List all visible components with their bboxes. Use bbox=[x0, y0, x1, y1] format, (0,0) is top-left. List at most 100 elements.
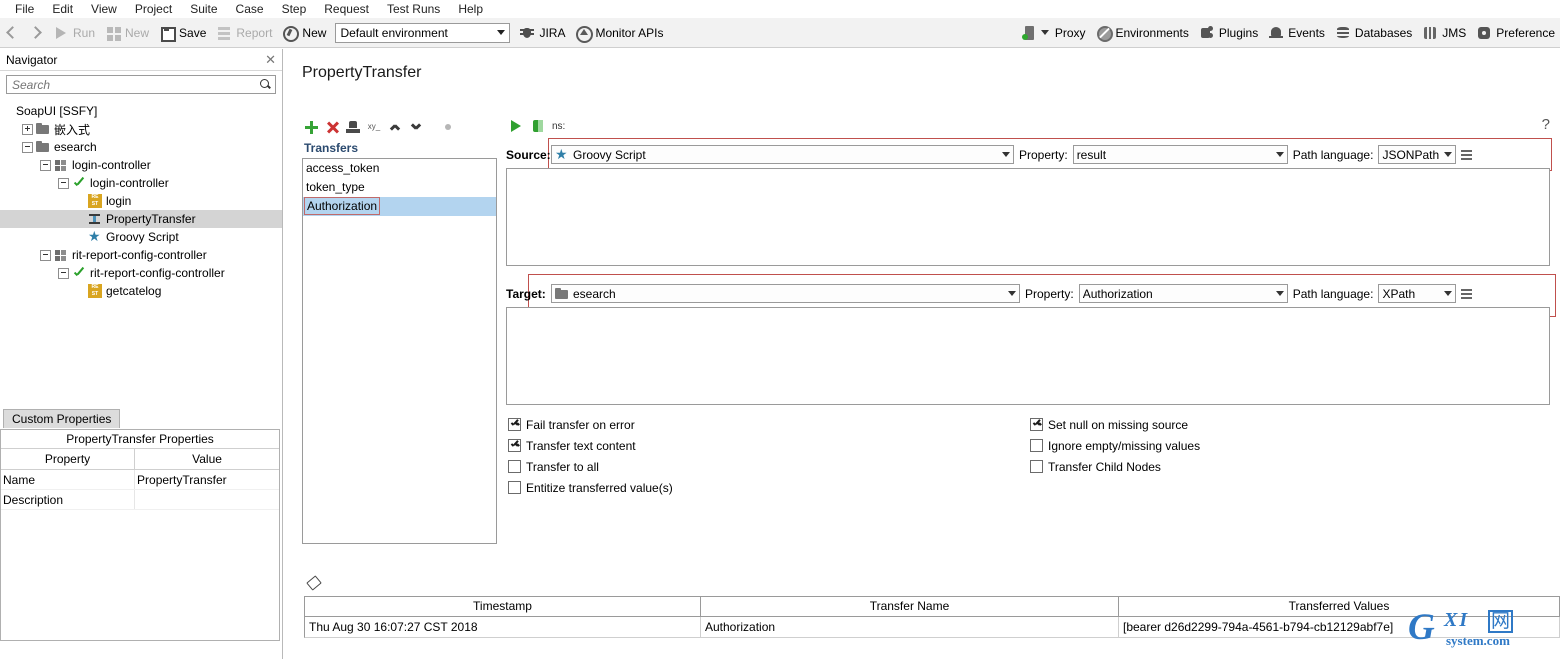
events-button[interactable]: Events bbox=[1263, 19, 1330, 47]
tree-node[interactable]: 嵌入式 bbox=[0, 120, 282, 138]
target-path-language-label: Path language: bbox=[1292, 286, 1374, 301]
close-icon[interactable]: ✕ bbox=[265, 53, 276, 66]
cell-value[interactable] bbox=[134, 489, 279, 510]
table-row[interactable]: Name PropertyTransfer bbox=[1, 469, 279, 490]
tree-node-label: login-controller bbox=[90, 176, 169, 190]
tree-node[interactable]: Groovy Script bbox=[0, 228, 282, 246]
checkbox[interactable] bbox=[1030, 460, 1043, 473]
proxy-button[interactable]: Proxy bbox=[1016, 19, 1091, 47]
move-down-button[interactable] bbox=[407, 118, 425, 136]
new-project-button[interactable]: New bbox=[277, 19, 331, 47]
option-row[interactable]: Transfer Child Nodes bbox=[1030, 456, 1200, 477]
source-path-language-select[interactable]: JSONPath bbox=[1378, 145, 1457, 164]
target-path-language-select[interactable]: XPath bbox=[1378, 284, 1457, 303]
checkbox[interactable] bbox=[508, 439, 521, 452]
collapse-icon[interactable] bbox=[22, 141, 33, 153]
option-row[interactable]: Ignore empty/missing values bbox=[1030, 435, 1200, 456]
collapse-icon[interactable] bbox=[58, 267, 69, 279]
checkbox[interactable] bbox=[508, 418, 521, 431]
jira-button[interactable]: JIRA bbox=[514, 19, 570, 47]
transfers-list[interactable]: access_token token_type Authorization bbox=[302, 158, 497, 544]
table-row[interactable]: Thu Aug 30 16:07:27 CST 2018 Authorizatio… bbox=[305, 617, 1560, 637]
add-transfer-button[interactable] bbox=[302, 118, 320, 136]
environment-select[interactable]: Default environment bbox=[335, 22, 511, 43]
option-row[interactable]: Set null on missing source bbox=[1030, 414, 1200, 435]
new-button[interactable]: New bbox=[100, 19, 154, 47]
source-expression-area[interactable] bbox=[506, 168, 1550, 266]
report-button[interactable]: Report bbox=[211, 19, 277, 47]
tree-node[interactable]: SoapUI [SSFY] bbox=[0, 102, 282, 120]
search-box[interactable] bbox=[6, 75, 276, 94]
xy-icon[interactable]: xy_ bbox=[365, 118, 383, 136]
tree-node[interactable]: rit-report-config-controller bbox=[0, 246, 282, 264]
checkbox[interactable] bbox=[1030, 418, 1043, 431]
collapse-icon[interactable] bbox=[58, 177, 69, 189]
transfers-caption: Transfers bbox=[304, 141, 359, 155]
cell-value[interactable]: PropertyTransfer bbox=[134, 469, 279, 490]
monitor-apis-button[interactable]: Monitor APIs bbox=[570, 19, 668, 47]
menu-item-suite[interactable]: Suite bbox=[181, 0, 226, 18]
collapse-icon[interactable] bbox=[40, 249, 51, 261]
run-button[interactable]: Run bbox=[48, 19, 100, 47]
column-header-transfer-name: Transfer Name bbox=[701, 597, 1119, 616]
menu-item-test-runs[interactable]: Test Runs bbox=[378, 0, 449, 18]
column-header-transferred-values: Transferred Values bbox=[1119, 597, 1560, 616]
run-step-icon[interactable] bbox=[530, 118, 546, 134]
source-expression-input[interactable] bbox=[507, 169, 1549, 265]
target-expression-input[interactable] bbox=[507, 308, 1549, 404]
delete-transfer-button[interactable] bbox=[323, 118, 341, 136]
option-row[interactable]: Transfer to all bbox=[508, 456, 673, 477]
source-select[interactable]: Groovy Script bbox=[551, 145, 1014, 164]
folder-icon bbox=[36, 122, 50, 136]
tree-node[interactable]: login-controller bbox=[0, 156, 282, 174]
option-row[interactable]: Transfer text content bbox=[508, 435, 673, 456]
move-up-button[interactable] bbox=[386, 118, 404, 136]
tree-node[interactable]: PropertyTransfer bbox=[0, 210, 282, 228]
menu-item-case[interactable]: Case bbox=[227, 0, 273, 18]
declare-namespace-button[interactable] bbox=[344, 118, 362, 136]
checkbox[interactable] bbox=[508, 481, 521, 494]
checkbox[interactable] bbox=[1030, 439, 1043, 452]
source-property-select[interactable]: result bbox=[1072, 145, 1288, 164]
menu-item-help[interactable]: Help bbox=[449, 0, 492, 18]
preferences-button[interactable]: Preference bbox=[1471, 19, 1560, 47]
save-button[interactable]: Save bbox=[154, 19, 211, 47]
option-row[interactable]: Fail transfer on error bbox=[508, 414, 673, 435]
collapse-icon[interactable] bbox=[40, 159, 51, 171]
list-item[interactable]: access_token bbox=[303, 159, 496, 178]
tree-node[interactable]: getcatelog bbox=[0, 282, 282, 300]
databases-button[interactable]: Databases bbox=[1330, 19, 1417, 47]
nav-back-button[interactable] bbox=[0, 19, 24, 47]
plugins-button[interactable]: Plugins bbox=[1194, 19, 1263, 47]
target-property-select[interactable]: Authorization bbox=[1078, 284, 1288, 303]
menu-item-step[interactable]: Step bbox=[273, 0, 316, 18]
tab-custom-properties[interactable]: Custom Properties bbox=[3, 409, 121, 428]
run-icon[interactable] bbox=[508, 118, 524, 134]
target-select[interactable]: esearch bbox=[551, 284, 1020, 303]
expand-icon[interactable] bbox=[22, 123, 33, 135]
menu-item-edit[interactable]: Edit bbox=[43, 0, 82, 18]
checkbox[interactable] bbox=[508, 460, 521, 473]
target-list-icon[interactable] bbox=[1460, 287, 1474, 301]
cell-timestamp: Thu Aug 30 16:07:27 CST 2018 bbox=[305, 617, 701, 637]
tree-node[interactable]: esearch bbox=[0, 138, 282, 156]
tree-node[interactable]: login bbox=[0, 192, 282, 210]
menu-item-view[interactable]: View bbox=[82, 0, 126, 18]
search-input[interactable] bbox=[10, 76, 259, 93]
nav-forward-button[interactable] bbox=[24, 19, 48, 47]
tree-node[interactable]: login-controller bbox=[0, 174, 282, 192]
menu-item-request[interactable]: Request bbox=[315, 0, 378, 18]
eraser-icon[interactable] bbox=[306, 574, 322, 590]
target-expression-area[interactable] bbox=[506, 307, 1550, 405]
list-item[interactable]: token_type bbox=[303, 178, 496, 197]
option-row[interactable]: Entitize transferred value(s) bbox=[508, 477, 673, 498]
table-row[interactable]: Description bbox=[1, 489, 279, 510]
menu-item-project[interactable]: Project bbox=[126, 0, 181, 18]
menu-item-file[interactable]: File bbox=[6, 0, 43, 18]
tree-node[interactable]: rit-report-config-controller bbox=[0, 264, 282, 282]
environments-button[interactable]: Environments bbox=[1091, 19, 1194, 47]
jms-button[interactable]: JMS bbox=[1417, 19, 1471, 47]
list-item[interactable]: Authorization bbox=[303, 197, 496, 216]
source-list-icon[interactable] bbox=[1460, 148, 1474, 162]
help-icon[interactable]: ? bbox=[1542, 116, 1550, 133]
